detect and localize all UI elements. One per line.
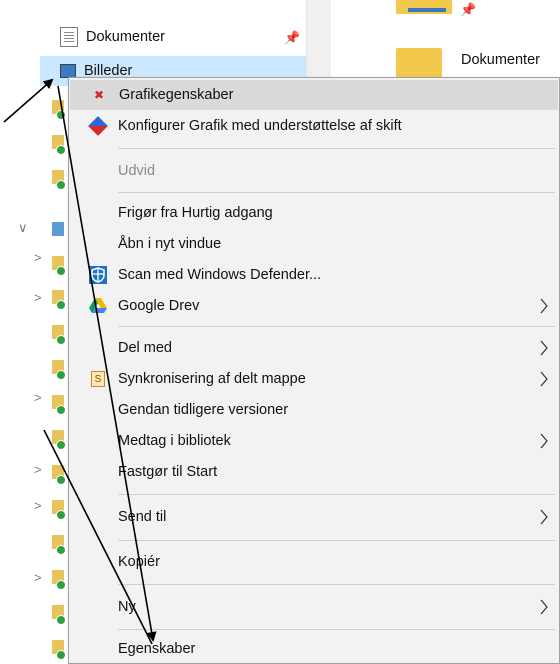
menu-item-copy[interactable]: Kopiér [69, 547, 559, 577]
menu-item-label: Konfigurer Grafik med understøttelse af … [118, 118, 402, 134]
sync-check-icon [56, 510, 66, 520]
menu-item-google-drive[interactable]: Google Drev [69, 291, 559, 321]
menu-item-send-to[interactable]: Send til [69, 502, 559, 532]
chevron-down-icon[interactable]: ∨ [18, 220, 28, 236]
menu-item-label: Frigør fra Hurtig adgang [118, 205, 273, 221]
menu-item-label: Gendan tidligere versioner [118, 402, 289, 418]
nav-item-documents-label: Dokumenter [86, 29, 165, 45]
chevron-right-icon[interactable]: > [34, 290, 42, 305]
sync-check-icon [56, 405, 66, 415]
sync-check-icon [56, 266, 66, 276]
chevron-right-icon[interactable]: > [34, 250, 42, 265]
menu-separator [118, 326, 555, 327]
menu-item-label: Åbn i nyt vindue [118, 236, 222, 252]
chevron-right-icon[interactable]: > [34, 570, 42, 585]
menu-separator [118, 148, 555, 149]
menu-item-label: Kopiér [118, 554, 160, 570]
sync-shared-folder-icon: S [91, 371, 105, 387]
menu-separator [118, 629, 555, 630]
pictures-icon [60, 64, 76, 78]
sync-check-icon [56, 545, 66, 555]
switchable-graphics-icon [88, 116, 108, 136]
menu-item-pin-to-start[interactable]: Fastgør til Start [69, 457, 559, 487]
menu-separator [118, 584, 555, 585]
graphics-properties-icon [90, 86, 108, 104]
context-menu: Grafikegenskaber Konfigurer Grafik med u… [68, 77, 560, 664]
menu-item-new[interactable]: Ny [69, 592, 559, 622]
submenu-arrow-icon [540, 599, 548, 615]
menu-item-label: Send til [118, 509, 167, 525]
windows-defender-icon [89, 266, 107, 284]
shared-folder-icon [52, 222, 64, 236]
menu-separator [118, 192, 555, 193]
pin-icon: 📌 [460, 2, 477, 17]
menu-item-label: Fastgør til Start [118, 464, 218, 480]
menu-item-configure-graphics[interactable]: Konfigurer Grafik med understøttelse af … [69, 111, 559, 141]
submenu-arrow-icon [540, 340, 548, 356]
menu-item-label: Egenskaber [118, 641, 196, 657]
sync-check-icon [56, 580, 66, 590]
sync-check-icon [56, 475, 66, 485]
menu-item-label: Grafikegenskaber [119, 87, 234, 103]
sync-check-icon [56, 145, 66, 155]
submenu-arrow-icon [540, 371, 548, 387]
menu-item-open-new-window[interactable]: Åbn i nyt vindue [69, 229, 559, 259]
nav-item-documents[interactable]: Dokumenter [60, 22, 165, 52]
menu-item-label: Udvid [118, 163, 156, 179]
folder-overlay-icon [408, 8, 446, 12]
menu-item-label: Google Drev [118, 298, 200, 314]
sync-check-icon [56, 110, 66, 120]
documents-icon [60, 27, 78, 47]
sync-check-icon [56, 440, 66, 450]
menu-item-label: Ny [118, 599, 136, 615]
menu-separator [118, 540, 555, 541]
menu-item-unpin-quick-access[interactable]: Frigør fra Hurtig adgang [69, 198, 559, 228]
menu-item-include-in-library[interactable]: Medtag i bibliotek [69, 426, 559, 456]
menu-item-label: Del med [118, 340, 172, 356]
sync-check-icon [56, 180, 66, 190]
sync-check-icon [56, 300, 66, 310]
chevron-right-icon[interactable]: > [34, 462, 42, 477]
menu-item-sync-shared-folder[interactable]: S Synkronisering af delt mappe [69, 364, 559, 394]
sync-check-icon [56, 370, 66, 380]
menu-item-label: Synkronisering af delt mappe [118, 371, 306, 387]
chevron-right-icon[interactable]: > [34, 498, 42, 513]
menu-item-share-with[interactable]: Del med [69, 333, 559, 363]
menu-separator [118, 494, 555, 495]
menu-item-label: Medtag i bibliotek [118, 433, 231, 449]
menu-item-properties[interactable]: Egenskaber [69, 634, 559, 664]
sync-check-icon [56, 335, 66, 345]
documents-folder-icon[interactable] [396, 48, 442, 78]
menu-item-graphics-properties[interactable]: Grafikegenskaber [70, 80, 558, 110]
menu-item-scan-defender[interactable]: Scan med Windows Defender... [69, 260, 559, 290]
google-drive-icon [89, 297, 107, 315]
sync-check-icon [56, 615, 66, 625]
menu-item-label: Scan med Windows Defender... [118, 267, 322, 283]
submenu-arrow-icon [540, 433, 548, 449]
chevron-right-icon[interactable]: > [34, 390, 42, 405]
menu-item-expand: Udvid [69, 156, 559, 186]
content-folder-label[interactable]: Dokumenter [461, 52, 540, 68]
menu-item-restore-versions[interactable]: Gendan tidligere versioner [69, 395, 559, 425]
pin-icon[interactable]: 📌 [284, 30, 300, 46]
submenu-arrow-icon [540, 509, 548, 525]
sync-check-icon [56, 650, 66, 660]
submenu-arrow-icon [540, 298, 548, 314]
